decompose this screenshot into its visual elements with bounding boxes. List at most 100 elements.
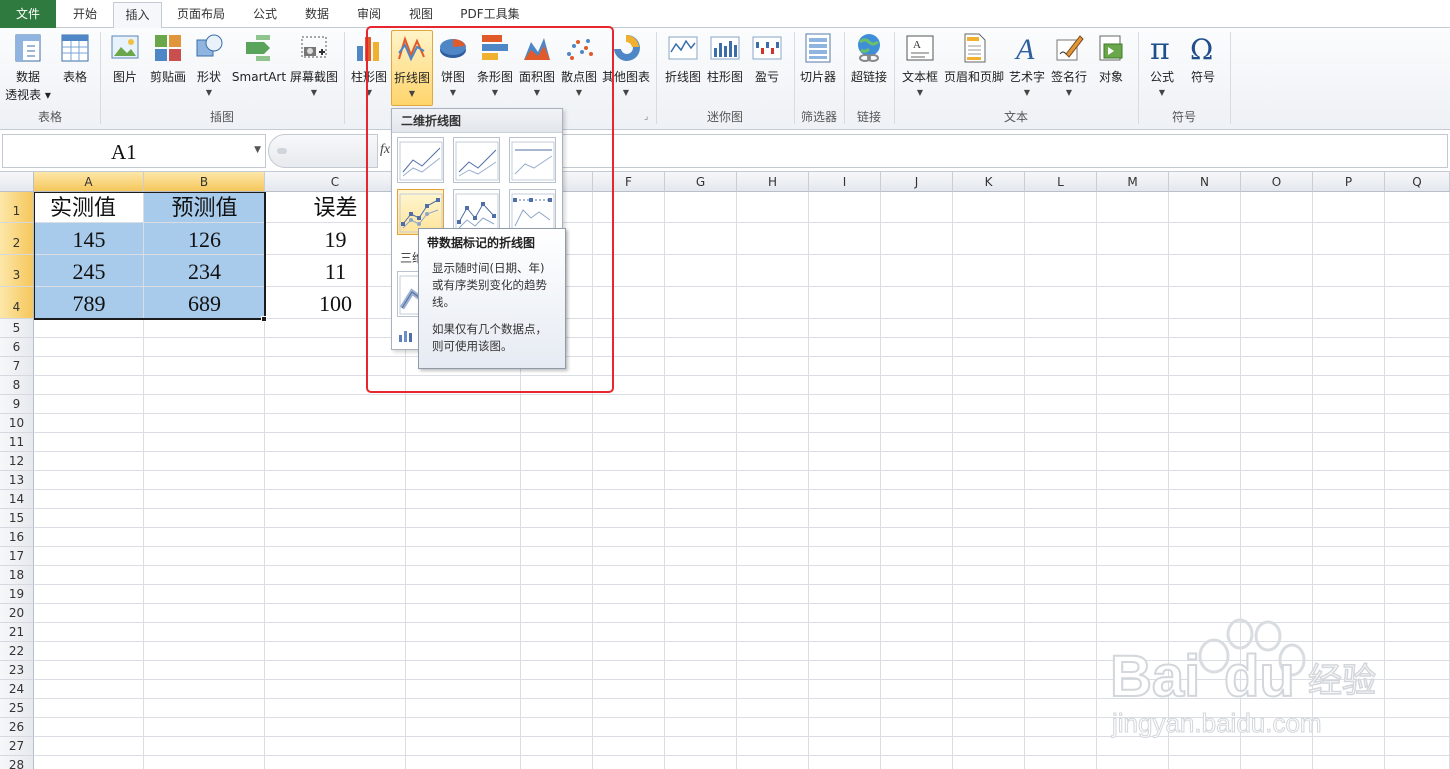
chart-thumb-stacked-line[interactable] — [453, 137, 500, 183]
column-header-L[interactable]: L — [1025, 172, 1097, 192]
textbox-button[interactable]: A 文本框 ▼ — [898, 30, 942, 106]
row-header-16[interactable]: 16 — [0, 528, 34, 547]
line-chart-button[interactable]: 折线图 ▼ — [391, 30, 433, 106]
select-all-corner[interactable] — [0, 172, 34, 192]
area-chart-button[interactable]: 面积图 ▼ — [516, 30, 558, 106]
col-chart-button[interactable]: 柱形图 ▼ — [348, 30, 390, 106]
cell-value[interactable]: 234 — [144, 256, 265, 288]
signature-button[interactable]: 签名行 ▼ — [1048, 30, 1090, 106]
row-header-8[interactable]: 8 — [0, 376, 34, 395]
name-box[interactable]: A1 ▼ — [2, 134, 266, 168]
all-chart-types-icon[interactable] — [398, 329, 414, 343]
column-header-F[interactable]: F — [593, 172, 665, 192]
cell-value[interactable]: 126 — [144, 224, 265, 256]
cell-value[interactable]: 145 — [34, 224, 144, 256]
cell-value[interactable]: 245 — [34, 256, 144, 288]
chevron-down-icon[interactable]: ▼ — [254, 145, 261, 155]
spark-wl-button[interactable]: 盈亏 — [746, 30, 788, 106]
cell-value[interactable]: 789 — [34, 288, 144, 320]
row-header-22[interactable]: 22 — [0, 642, 34, 661]
cell-value[interactable]: 100 — [265, 288, 406, 320]
row-header-20[interactable]: 20 — [0, 604, 34, 623]
tab-3[interactable]: 页面布局 — [168, 0, 234, 28]
column-header-Q[interactable]: Q — [1385, 172, 1450, 192]
row-header-18[interactable]: 18 — [0, 566, 34, 585]
column-header-P[interactable]: P — [1313, 172, 1385, 192]
shapes-button[interactable]: 形状 ▼ — [190, 30, 228, 106]
column-header-I[interactable]: I — [809, 172, 881, 192]
tab-7[interactable]: 视图 — [397, 0, 445, 28]
pie-chart-button[interactable]: 饼图 ▼ — [433, 30, 473, 106]
clipart-button[interactable]: 剪贴画 — [146, 30, 190, 106]
formula-bar-expander[interactable] — [268, 134, 378, 168]
cell-value[interactable]: 11 — [265, 256, 406, 288]
row-header-1[interactable]: 1 — [0, 192, 34, 223]
row-header-21[interactable]: 21 — [0, 623, 34, 642]
spark-line-button[interactable]: 折线图 — [662, 30, 704, 106]
cell-value[interactable]: 689 — [144, 288, 265, 320]
tab-8[interactable]: PDF工具集 — [449, 0, 531, 28]
row-header-23[interactable]: 23 — [0, 661, 34, 680]
column-header-M[interactable]: M — [1097, 172, 1169, 192]
spark-col-button[interactable]: 柱形图 — [704, 30, 746, 106]
tab-2[interactable]: 插入 — [113, 2, 162, 29]
symbol-button[interactable]: Ω 符号 — [1182, 30, 1224, 106]
tab-6[interactable]: 审阅 — [345, 0, 393, 28]
dialog-launcher-icon[interactable]: ⌟ — [644, 112, 648, 122]
pivot-button[interactable]: 数据 透视表 ▾ — [2, 30, 54, 106]
row-header-19[interactable]: 19 — [0, 585, 34, 604]
row-header-7[interactable]: 7 — [0, 357, 34, 376]
smartart-button[interactable]: SmartArt — [230, 30, 288, 106]
cell-value[interactable]: 预测值 — [144, 192, 265, 224]
row-header-14[interactable]: 14 — [0, 490, 34, 509]
table-button[interactable]: 表格 — [54, 30, 96, 106]
column-header-O[interactable]: O — [1241, 172, 1313, 192]
row-header-9[interactable]: 9 — [0, 395, 34, 414]
other-chart-button[interactable]: 其他图表 ▼ — [600, 30, 652, 106]
picture-button[interactable]: 图片 — [104, 30, 146, 106]
bar-chart-button[interactable]: 条形图 ▼ — [474, 30, 516, 106]
tab-5[interactable]: 数据 — [293, 0, 341, 28]
row-header-28[interactable]: 28 — [0, 756, 34, 769]
column-header-J[interactable]: J — [881, 172, 953, 192]
slicer-button[interactable]: 切片器 — [796, 30, 840, 106]
column-header-K[interactable]: K — [953, 172, 1025, 192]
insert-function-icon[interactable]: fx — [380, 142, 390, 158]
cell-value[interactable]: 19 — [265, 224, 406, 256]
row-header-13[interactable]: 13 — [0, 471, 34, 490]
tab-1[interactable]: 开始 — [59, 0, 111, 28]
header-footer-button[interactable]: 页眉和页脚 — [942, 30, 1006, 106]
row-header-10[interactable]: 10 — [0, 414, 34, 433]
tab-4[interactable]: 公式 — [241, 0, 289, 28]
scatter-chart-button[interactable]: 散点图 ▼ — [558, 30, 600, 106]
equation-button[interactable]: π 公式 ▼ — [1142, 30, 1182, 106]
object-button[interactable]: 对象 — [1090, 30, 1132, 106]
row-header-12[interactable]: 12 — [0, 452, 34, 471]
row-header-26[interactable]: 26 — [0, 718, 34, 737]
wordart-button[interactable]: A 艺术字 ▼ — [1006, 30, 1048, 106]
row-header-15[interactable]: 15 — [0, 509, 34, 528]
cell-value[interactable]: 误差 — [265, 192, 406, 224]
tab-0[interactable]: 文件 — [0, 0, 56, 28]
column-header-N[interactable]: N — [1169, 172, 1241, 192]
column-header-C[interactable]: C — [265, 172, 406, 192]
row-header-6[interactable]: 6 — [0, 338, 34, 357]
row-header-27[interactable]: 27 — [0, 737, 34, 756]
column-header-A[interactable]: A — [34, 172, 144, 192]
row-header-3[interactable]: 3 — [0, 255, 34, 287]
cell-value[interactable]: 实测值 — [34, 192, 132, 224]
row-header-11[interactable]: 11 — [0, 433, 34, 452]
row-header-2[interactable]: 2 — [0, 223, 34, 255]
row-header-4[interactable]: 4 — [0, 287, 34, 319]
row-header-25[interactable]: 25 — [0, 699, 34, 718]
column-header-G[interactable]: G — [665, 172, 737, 192]
chart-thumb-percent-line[interactable] — [509, 137, 556, 183]
column-header-B[interactable]: B — [144, 172, 265, 192]
row-header-5[interactable]: 5 — [0, 319, 34, 338]
hyperlink-button[interactable]: 超链接 — [848, 30, 890, 106]
chart-thumb-line[interactable] — [397, 137, 444, 183]
screenshot-button[interactable]: 屏幕截图 ▼ — [288, 30, 340, 106]
row-header-17[interactable]: 17 — [0, 547, 34, 566]
column-header-H[interactable]: H — [737, 172, 809, 192]
row-header-24[interactable]: 24 — [0, 680, 34, 699]
